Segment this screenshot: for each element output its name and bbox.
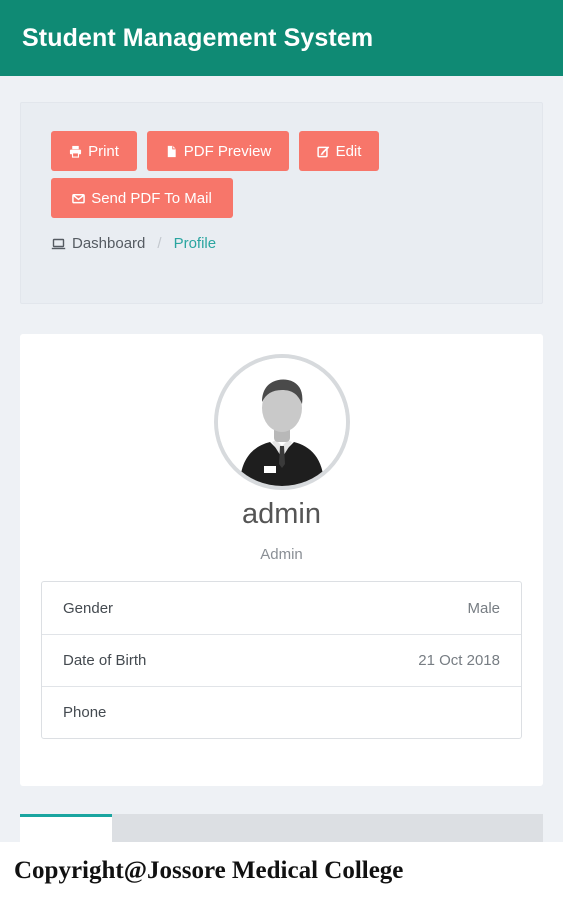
send-pdf-mail-button[interactable]: Send PDF To Mail <box>51 178 233 218</box>
detail-label: Date of Birth <box>63 652 147 669</box>
pdf-preview-button[interactable]: PDF Preview <box>147 131 289 171</box>
toolbar-panel: Print PDF Preview Edit Send PDF To Mail <box>20 102 543 304</box>
detail-label: Gender <box>63 599 114 617</box>
profile-name: admin <box>242 498 321 530</box>
breadcrumb-separator: / <box>157 235 162 252</box>
app-header: Student Management System <box>0 0 563 76</box>
app-title: Student Management System <box>22 23 374 52</box>
pdf-preview-button-label: PDF Preview <box>183 142 272 160</box>
breadcrumb-dashboard-link[interactable]: Dashboard <box>51 235 145 252</box>
breadcrumb-dashboard-label: Dashboard <box>72 235 146 252</box>
copyright-text: Copyright@Jossore Medical College <box>14 857 404 884</box>
breadcrumb: Dashboard / Profile <box>51 235 216 252</box>
detail-label: Phone <box>63 704 107 721</box>
footer: Copyright@Jossore Medical College <box>0 842 563 900</box>
user-avatar <box>214 354 350 490</box>
print-button-label: Print <box>88 142 119 160</box>
breadcrumb-current: Profile <box>173 235 217 252</box>
detail-value: 21 Oct 2018 <box>418 652 500 669</box>
send-pdf-mail-button-label: Send PDF To Mail <box>91 189 212 207</box>
detail-phone: Phone <box>42 686 521 738</box>
edit-button[interactable]: Edit <box>299 131 379 171</box>
detail-gender: Gender Male <box>42 582 521 634</box>
edit-icon <box>316 145 329 157</box>
print-button[interactable]: Print <box>51 131 137 171</box>
laptop-icon <box>51 238 66 249</box>
page: Student Management System Print PDF Prev… <box>0 0 563 900</box>
edit-button-label: Edit <box>335 142 362 160</box>
print-icon <box>70 145 82 158</box>
detail-value: Male <box>467 599 500 617</box>
user-silhouette-icon <box>218 358 346 486</box>
file-icon <box>167 145 176 157</box>
profile-role: Admin <box>260 546 303 563</box>
envelope-icon <box>72 193 86 203</box>
detail-date-of-birth: Date of Birth 21 Oct 2018 <box>42 634 521 686</box>
profile-details-list: Gender Male Date of Birth 21 Oct 2018 Ph… <box>41 581 522 739</box>
profile-card: admin Admin Gender Male Date of Birth 21… <box>20 334 543 786</box>
